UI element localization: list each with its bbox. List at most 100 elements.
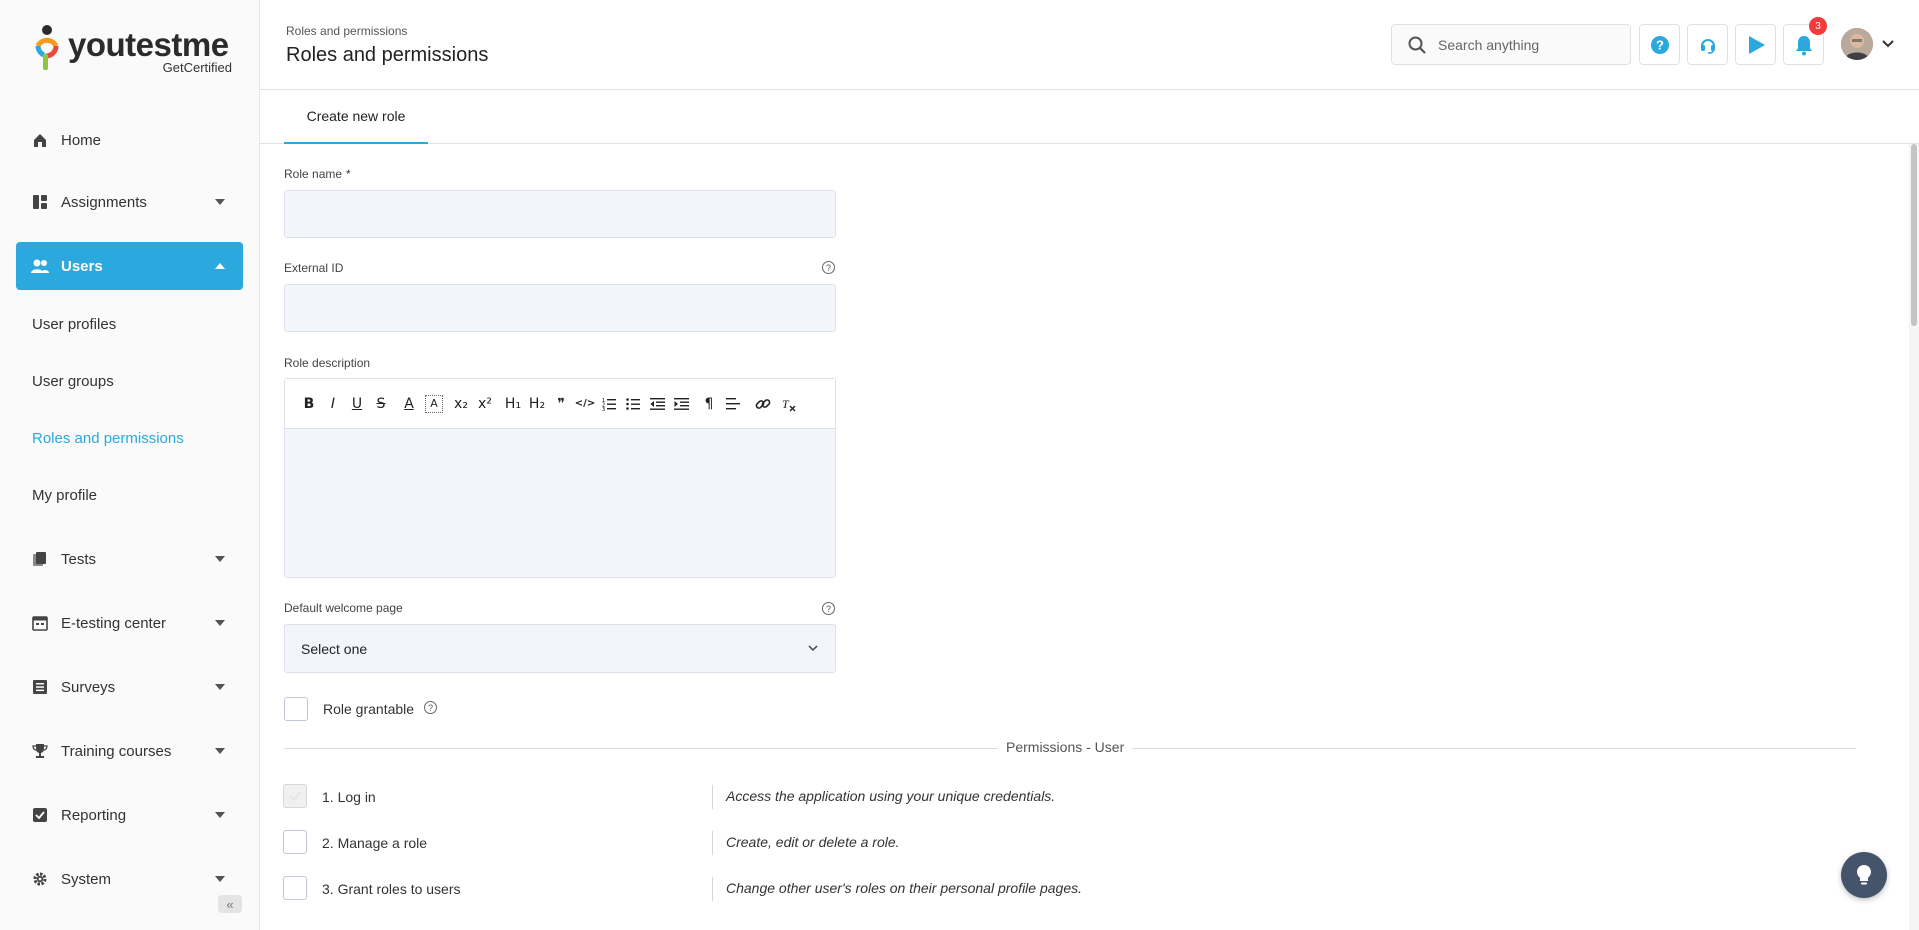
permission-label: 2. Manage a role: [322, 835, 428, 851]
calendar-icon: [31, 614, 49, 632]
role-name-input[interactable]: [284, 190, 836, 238]
page-title: Roles and permissions: [286, 44, 489, 66]
chevron-down-icon[interactable]: [1882, 40, 1894, 48]
default-welcome-help-icon[interactable]: ?: [822, 602, 835, 615]
outdent-button[interactable]: [645, 392, 669, 416]
code-block-button[interactable]: </>: [573, 392, 597, 416]
subscript-button[interactable]: x₂: [449, 392, 473, 416]
sidebar-item-label: System: [61, 870, 112, 888]
underline-button[interactable]: U: [345, 392, 369, 416]
users-icon: [31, 257, 49, 275]
strikethrough-button[interactable]: S: [369, 392, 393, 416]
breadcrumb[interactable]: Roles and permissions: [286, 24, 407, 38]
sidebar-item-label: Assignments: [61, 193, 147, 211]
tips-button[interactable]: [1841, 852, 1887, 898]
home-icon: [31, 131, 49, 149]
align-button[interactable]: [721, 392, 745, 416]
lightbulb-icon: [1857, 865, 1871, 885]
double-chevron-left-icon: «: [226, 896, 234, 912]
reporting-icon: [31, 806, 49, 824]
search-placeholder: Search anything: [1438, 36, 1540, 53]
svg-text:3: 3: [602, 407, 605, 411]
sidebar-item-surveys[interactable]: Surveys: [16, 663, 243, 711]
scrollbar-thumb[interactable]: [1911, 144, 1917, 326]
support-button[interactable]: [1687, 24, 1728, 65]
default-welcome-page-label: Default welcome page: [284, 601, 403, 615]
chevron-down-icon: [215, 876, 225, 882]
tour-button[interactable]: [1735, 24, 1776, 65]
role-description-editor[interactable]: B I U S A A x₂ x² H₁ H₂ ❞ </> 123 ¶ T: [284, 378, 836, 578]
link-button[interactable]: [751, 392, 775, 416]
chevron-up-icon: [215, 263, 225, 269]
indent-icon: [673, 397, 689, 410]
sidebar-item-system[interactable]: System: [16, 855, 243, 903]
role-grantable-label: Role grantable: [323, 701, 415, 717]
sidebar-item-assignments[interactable]: Assignments: [16, 178, 243, 226]
bullet-list-button[interactable]: [621, 392, 645, 416]
help-button[interactable]: ?: [1639, 24, 1680, 65]
chevron-down-icon: [808, 645, 818, 652]
permission-checkbox-log-in: [283, 784, 307, 808]
bold-button[interactable]: B: [297, 392, 321, 416]
sidebar-item-label: Users: [61, 257, 103, 275]
ordered-list-button[interactable]: 123: [597, 392, 621, 416]
sidebar-item-e-testing-center[interactable]: E-testing center: [16, 599, 243, 647]
editor-toolbar: B I U S A A x₂ x² H₁ H₂ ❞ </> 123 ¶ T: [285, 379, 835, 429]
text-direction-button[interactable]: ¶: [697, 392, 721, 416]
notifications-button[interactable]: 3: [1783, 17, 1827, 65]
permission-separator: [712, 785, 713, 809]
permission-description: Change other user's roles on their perso…: [726, 880, 1082, 896]
heading-2-button[interactable]: H₂: [525, 392, 549, 416]
select-value: Select one: [301, 640, 368, 657]
font-color-button[interactable]: A: [397, 392, 421, 416]
sidebar-subitem-user-profiles[interactable]: User profiles: [32, 316, 116, 333]
role-grantable-checkbox[interactable]: [284, 697, 308, 721]
external-id-input[interactable]: [284, 284, 836, 332]
permission-description: Access the application using your unique…: [726, 788, 1056, 804]
heading-1-button[interactable]: H₁: [501, 392, 525, 416]
sidebar-item-training-courses[interactable]: Training courses: [16, 727, 243, 775]
check-icon: [289, 791, 301, 802]
sidebar-item-users[interactable]: Users: [16, 242, 243, 290]
role-description-label: Role description: [284, 356, 371, 370]
blockquote-button[interactable]: ❞: [549, 392, 573, 416]
link-icon: [755, 398, 771, 409]
sidebar-subitem-my-profile[interactable]: My profile: [32, 487, 97, 504]
background-color-button[interactable]: A: [425, 394, 443, 413]
chevron-down-icon: [215, 556, 225, 562]
collapse-sidebar-button[interactable]: «: [218, 895, 242, 913]
tests-icon: [31, 550, 49, 568]
surveys-icon: [31, 678, 49, 696]
sidebar-item-tests[interactable]: Tests: [16, 535, 243, 583]
svg-text:T: T: [782, 397, 790, 411]
avatar[interactable]: [1841, 28, 1873, 60]
permission-checkbox-manage-role[interactable]: [283, 830, 307, 854]
gear-icon: [31, 870, 49, 888]
permission-label: 3. Grant roles to users: [322, 881, 461, 897]
superscript-button[interactable]: x²: [473, 392, 497, 416]
permission-separator: [712, 831, 713, 855]
italic-button[interactable]: I: [321, 392, 345, 416]
chevron-down-icon: [215, 684, 225, 690]
indent-button[interactable]: [669, 392, 693, 416]
sidebar-subitem-user-groups[interactable]: User groups: [32, 373, 114, 390]
chevron-down-icon: [215, 199, 225, 205]
external-id-help-icon[interactable]: ?: [822, 261, 835, 274]
sidebar-item-reporting[interactable]: Reporting: [16, 791, 243, 839]
youtestme-logo[interactable]: youtestme GetCertified: [32, 22, 232, 76]
sidebar-item-home[interactable]: Home: [16, 116, 243, 164]
align-left-icon: [726, 397, 740, 409]
search-icon: [1408, 36, 1426, 54]
assignments-icon: [31, 193, 49, 211]
sidebar-subitem-roles-and-permissions[interactable]: Roles and permissions: [32, 430, 184, 447]
role-name-label: Role name *: [284, 167, 351, 181]
play-icon: [1748, 35, 1765, 54]
permission-checkbox-grant-roles[interactable]: [283, 876, 307, 900]
chevron-down-icon: [215, 812, 225, 818]
search-input[interactable]: Search anything: [1391, 24, 1631, 65]
clear-format-button[interactable]: T: [777, 392, 801, 416]
default-welcome-page-select[interactable]: Select one: [284, 624, 836, 673]
logo-tagline: GetCertified: [162, 60, 232, 75]
role-grantable-help-icon[interactable]: ?: [424, 701, 437, 714]
tab-create-new-role[interactable]: Create new role: [284, 90, 428, 144]
